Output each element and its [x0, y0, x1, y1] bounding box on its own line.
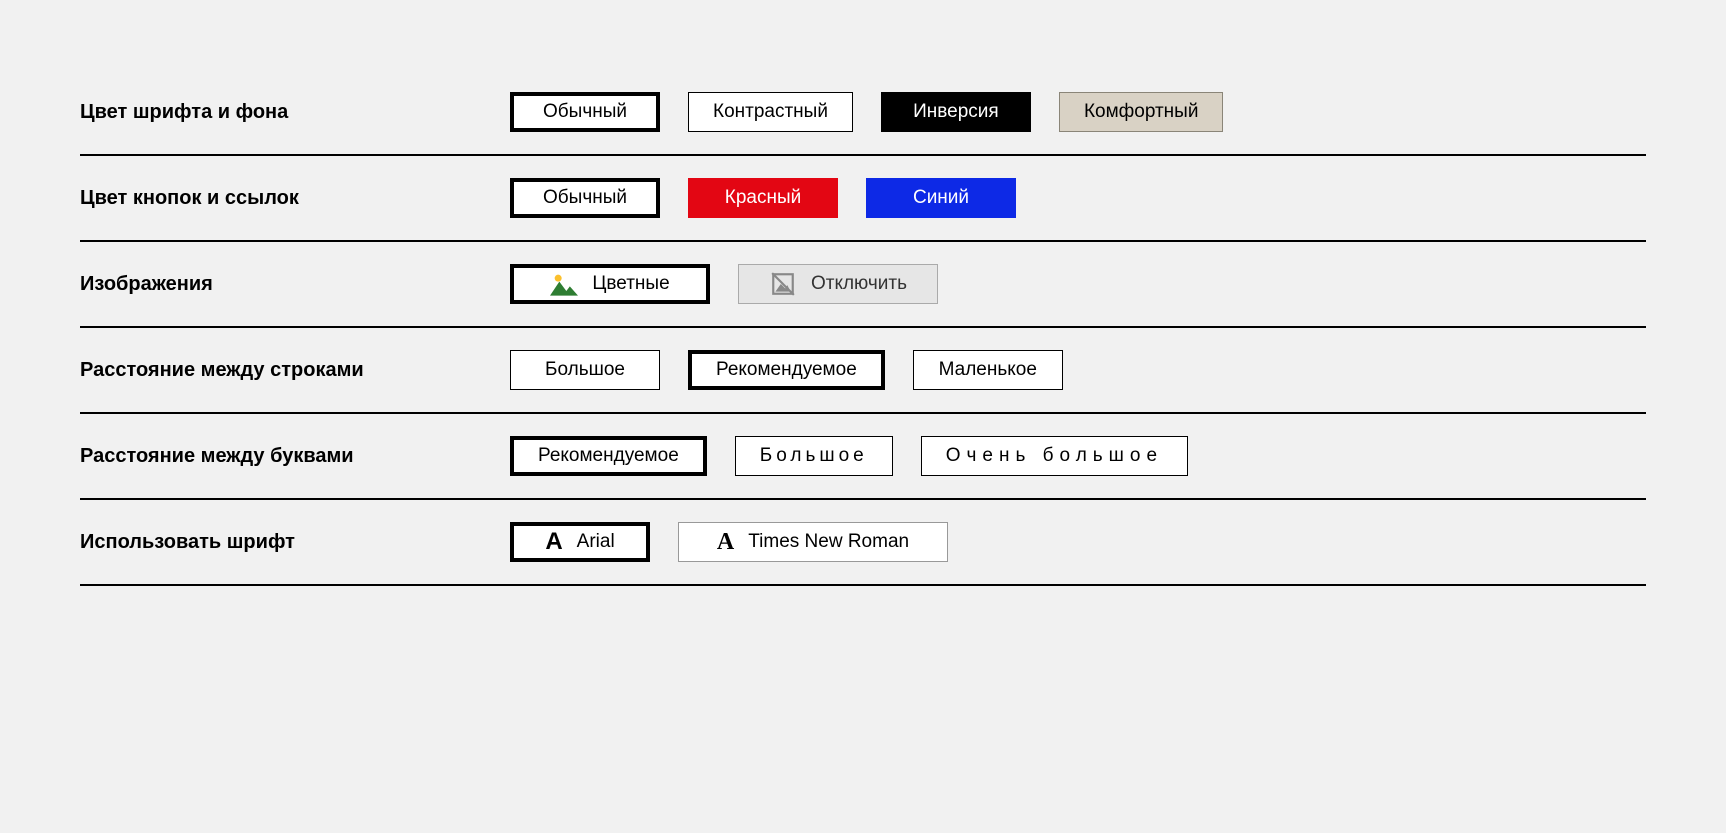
option-color-contrast[interactable]: Контрастный: [688, 92, 853, 132]
row-images: Изображения Цветные: [80, 242, 1646, 326]
option-font-times-text: Times New Roman: [748, 531, 909, 553]
row-line-spacing: Расстояние между строками Большое Рекоме…: [80, 328, 1646, 412]
row-letter-spacing: Расстояние между буквами Рекомендуемое Б…: [80, 414, 1646, 498]
option-link-normal[interactable]: Обычный: [510, 178, 660, 218]
divider: [80, 584, 1646, 586]
option-letterspacing-huge[interactable]: Очень большое: [921, 436, 1188, 476]
option-linespacing-small[interactable]: Маленькое: [913, 350, 1063, 390]
label-letter-spacing: Расстояние между буквами: [80, 445, 510, 468]
option-color-inversion[interactable]: Инверсия: [881, 92, 1031, 132]
option-images-off[interactable]: Отключить: [738, 264, 938, 304]
options-letter-spacing: Рекомендуемое Большое Очень большое: [510, 436, 1188, 476]
font-sample-icon: A: [717, 529, 734, 556]
option-linespacing-recommended[interactable]: Рекомендуемое: [688, 350, 885, 390]
option-images-color-text: Цветные: [592, 273, 669, 295]
option-images-color[interactable]: Цветные: [510, 264, 710, 304]
row-font: Использовать шрифт A Arial A Times New R…: [80, 500, 1646, 584]
settings-panel: Цвет шрифта и фона Обычный Контрастный И…: [80, 70, 1646, 586]
label-font: Использовать шрифт: [80, 531, 510, 554]
option-font-times[interactable]: A Times New Roman: [678, 522, 948, 562]
photo-icon: [550, 272, 578, 296]
label-button-link-color: Цвет кнопок и ссылок: [80, 187, 510, 210]
row-button-link-color: Цвет кнопок и ссылок Обычный Красный Син…: [80, 156, 1646, 240]
label-color-scheme: Цвет шрифта и фона: [80, 101, 510, 124]
option-linespacing-big[interactable]: Большое: [510, 350, 660, 390]
font-sample-icon: A: [545, 528, 562, 556]
label-line-spacing: Расстояние между строками: [80, 359, 510, 382]
options-images: Цветные Отключить: [510, 264, 938, 304]
option-letterspacing-big[interactable]: Большое: [735, 436, 893, 476]
option-color-normal[interactable]: Обычный: [510, 92, 660, 132]
options-color-scheme: Обычный Контрастный Инверсия Комфортный: [510, 92, 1223, 132]
no-image-icon: [769, 272, 797, 296]
option-link-red[interactable]: Красный: [688, 178, 838, 218]
option-letterspacing-recommended[interactable]: Рекомендуемое: [510, 436, 707, 476]
label-images: Изображения: [80, 273, 510, 296]
option-font-arial[interactable]: A Arial: [510, 522, 650, 562]
option-images-off-text: Отключить: [811, 273, 907, 295]
options-line-spacing: Большое Рекомендуемое Маленькое: [510, 350, 1063, 390]
options-button-link-color: Обычный Красный Синий: [510, 178, 1016, 218]
option-link-blue[interactable]: Синий: [866, 178, 1016, 218]
option-color-comfort[interactable]: Комфортный: [1059, 92, 1224, 132]
option-font-arial-text: Arial: [577, 531, 615, 553]
options-font: A Arial A Times New Roman: [510, 522, 948, 562]
row-color-scheme: Цвет шрифта и фона Обычный Контрастный И…: [80, 70, 1646, 154]
